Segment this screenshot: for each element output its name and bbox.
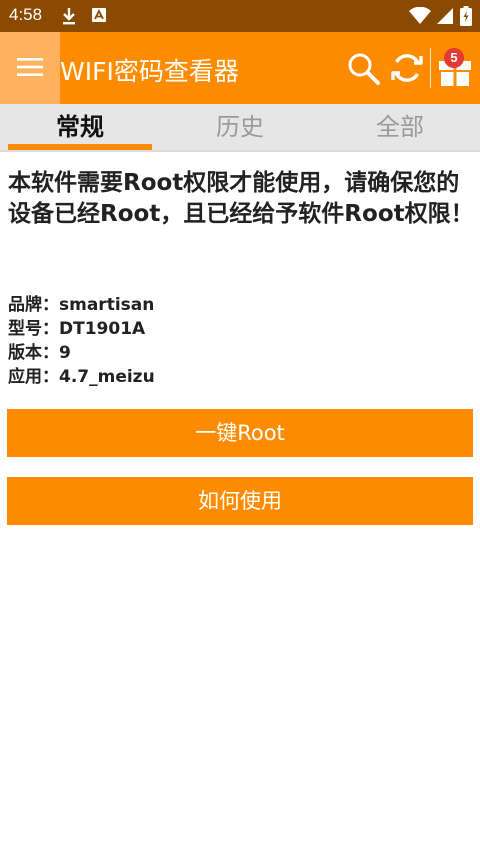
status-bar: 4:58 [0,0,480,32]
app-title: WIFI密码查看器 [60,57,239,86]
signal-icon [436,7,454,29]
how-to-use-button[interactable]: 如何使用 [7,477,473,525]
version-label: 版本： [8,343,59,363]
menu-button[interactable] [0,32,60,104]
notification-badge: 5 [444,48,464,68]
tab-indicator [8,144,152,150]
download-icon [60,6,78,30]
battery-icon [460,6,472,30]
tab-divider [0,150,480,152]
model-label: 型号： [8,319,59,339]
root-notice: 本软件需要Root权限才能使用，请确保您的设备已经Root，且已经给予软件Roo… [8,170,474,227]
version-value: 9 [59,343,71,363]
app-notification-icon [91,6,107,28]
app-label: 应用： [8,367,59,387]
app-bar: WIFI密码查看器 5 [0,32,480,104]
app-bar-divider [430,48,431,88]
brand-value: smartisan [59,295,155,315]
app-value: 4.7_meizu [59,367,155,387]
refresh-icon[interactable] [390,51,424,89]
device-brand: 品牌：smartisan [8,293,154,317]
wifi-icon [408,6,432,29]
search-icon[interactable] [347,52,381,90]
brand-label: 品牌： [8,295,59,315]
one-click-root-button[interactable]: 一键Root [7,409,473,457]
device-version: 版本：9 [8,341,71,365]
tab-history[interactable]: 历史 [160,104,320,152]
app-version: 应用：4.7_meizu [8,365,155,389]
model-value: DT1901A [59,319,146,339]
tab-all[interactable]: 全部 [320,104,480,152]
status-time: 4:58 [9,5,43,24]
menu-icon [17,58,43,76]
device-model: 型号：DT1901A [8,317,145,341]
